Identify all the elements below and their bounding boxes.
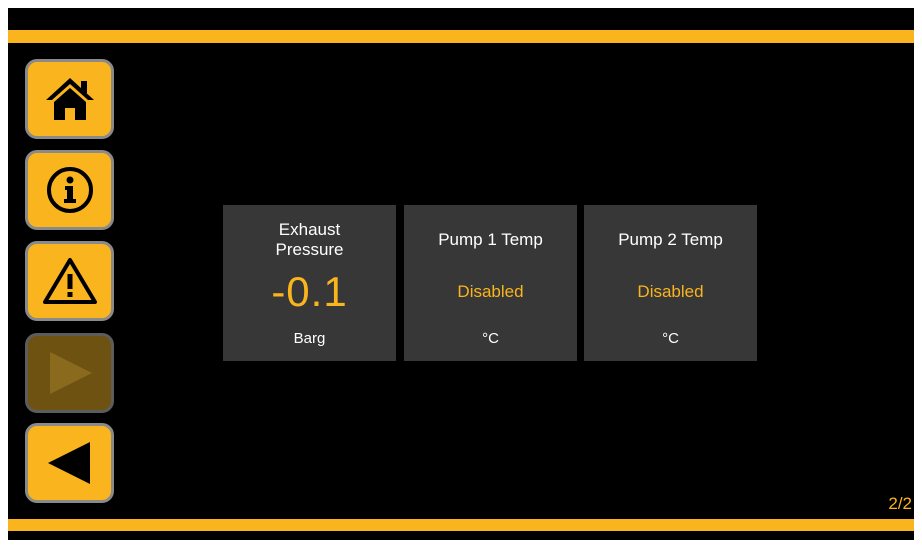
warning-icon [42,258,97,304]
tile-unit: °C [662,329,679,347]
tile-unit: °C [482,329,499,347]
tile-title: Pump 2 Temp [618,230,723,249]
top-accent-bar [8,30,914,43]
tile-title: Exhaust Pressure [275,220,344,259]
tile-value: Disabled [637,282,704,301]
pump-2-temp-tile: Pump 2 Temp Disabled °C [584,205,757,361]
play-right-icon [49,352,92,394]
page-indicator: 2/2 [888,494,912,513]
pump-1-temp-tile: Pump 1 Temp Disabled °C [404,205,577,361]
tile-value: -0.1 [271,268,348,315]
home-button[interactable] [25,59,114,139]
warning-button[interactable] [25,241,114,321]
info-icon [46,167,93,213]
back-button[interactable] [25,423,114,503]
next-button[interactable] [25,333,114,413]
hmi-screen: Exhaust Pressure -0.1 Barg Pump 1 Temp D… [8,8,914,540]
tile-value: Disabled [457,282,524,301]
back-left-icon [47,442,90,484]
exhaust-pressure-tile: Exhaust Pressure -0.1 Barg [223,205,396,361]
info-button[interactable] [25,150,114,230]
home-icon [45,78,94,120]
bottom-accent-bar [8,519,914,531]
tile-title: Pump 1 Temp [438,230,543,249]
tile-unit: Barg [293,329,326,347]
